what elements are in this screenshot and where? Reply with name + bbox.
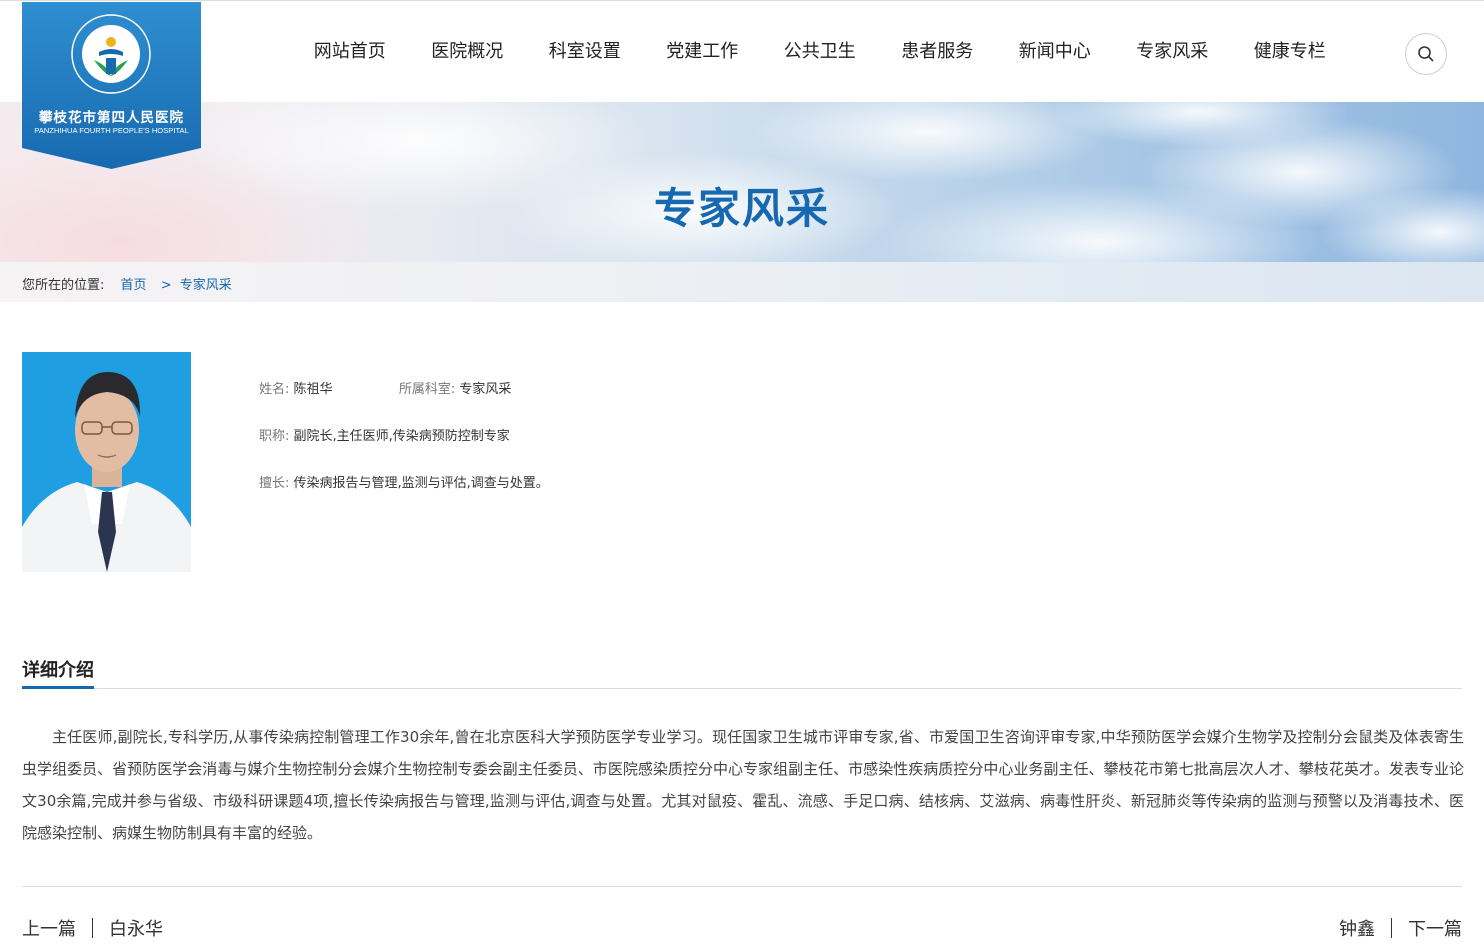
nav-item-experts[interactable]: 专家风采	[1114, 37, 1232, 67]
nav-item-about[interactable]: 医院概况	[409, 37, 527, 67]
dept-label: 所属科室:	[398, 382, 456, 397]
nav-item-party[interactable]: 党建工作	[644, 37, 762, 67]
specialty-label: 擅长:	[259, 476, 290, 491]
name-value: 陈祖华	[293, 382, 333, 397]
breadcrumb-separator: >	[160, 278, 172, 293]
nav-item-patient-service[interactable]: 患者服务	[879, 37, 997, 67]
next-label[interactable]: 下一篇	[1408, 919, 1462, 940]
breadcrumb-home-link[interactable]: 首页	[121, 278, 147, 293]
breadcrumb-bar: 您所在的位置: 首页 > 专家风采	[0, 262, 1484, 302]
name-label: 姓名:	[259, 382, 290, 397]
info-row-title: 职称: 副院长,主任医师,传染病预防控制专家	[259, 427, 549, 474]
title-value: 副院长,主任医师,传染病预防控制专家	[293, 429, 510, 444]
breadcrumb-current-link[interactable]: 专家风采	[180, 278, 232, 293]
prev-article[interactable]: 上一篇 白永华	[22, 915, 163, 941]
title-label: 职称:	[259, 429, 290, 444]
info-row-specialty: 擅长: 传染病报告与管理,监测与评估,调查与处置。	[259, 474, 549, 521]
dept-value: 专家风采	[459, 382, 512, 397]
detail-header: 详细介绍	[22, 656, 1462, 689]
specialty-value: 传染病报告与管理,监测与评估,调查与处置。	[293, 476, 549, 491]
prev-label[interactable]: 上一篇	[22, 919, 76, 940]
breadcrumb-prefix: 您所在的位置:	[22, 278, 105, 293]
page-banner: 专家风采	[0, 102, 1484, 262]
pager-separator	[1391, 918, 1392, 938]
nav-item-departments[interactable]: 科室设置	[526, 37, 644, 67]
banner-title: 专家风采	[653, 184, 830, 233]
main-nav: 网站首页 医院概况 科室设置 党建工作 公共卫生 患者服务 新闻中心 专家风采 …	[291, 37, 1349, 67]
breadcrumb: 您所在的位置: 首页 > 专家风采	[22, 274, 232, 293]
nav-item-health[interactable]: 健康专栏	[1231, 37, 1349, 67]
search-button[interactable]	[1405, 33, 1447, 75]
pager-divider	[22, 886, 1462, 887]
info-row-name: 姓名: 陈祖华 所属科室: 专家风采	[259, 380, 549, 427]
detail-heading: 详细介绍	[22, 656, 94, 689]
next-title-link[interactable]: 钟鑫	[1339, 919, 1375, 940]
expert-info: 姓名: 陈祖华 所属科室: 专家风采 职称: 副院长,主任医师,传染病预防控制专…	[259, 380, 549, 521]
next-article[interactable]: 钟鑫 下一篇	[1339, 915, 1462, 941]
prev-title-link[interactable]: 白永华	[109, 919, 163, 940]
hospital-logo[interactable]: 攀枝花市第四人民医院 PANZHIHUA FOURTH PEOPLE'S HOS…	[22, 2, 201, 169]
logo-name-cn: 攀枝花市第四人民医院	[39, 110, 184, 126]
site-header: 网站首页 医院概况 科室设置 党建工作 公共卫生 患者服务 新闻中心 专家风采 …	[0, 0, 1484, 102]
nav-item-news[interactable]: 新闻中心	[996, 37, 1114, 67]
expert-photo	[22, 352, 191, 572]
pager-separator	[92, 918, 93, 938]
nav-item-home[interactable]: 网站首页	[291, 37, 409, 67]
logo-name-en: PANZHIHUA FOURTH PEOPLE'S HOSPITAL	[34, 126, 189, 135]
detail-text: 主任医师,副院长,专科学历,从事传染病控制管理工作30余年,曾在北京医科大学预防…	[22, 728, 1464, 842]
search-icon	[1418, 46, 1434, 62]
nav-item-public-health[interactable]: 公共卫生	[761, 37, 879, 67]
